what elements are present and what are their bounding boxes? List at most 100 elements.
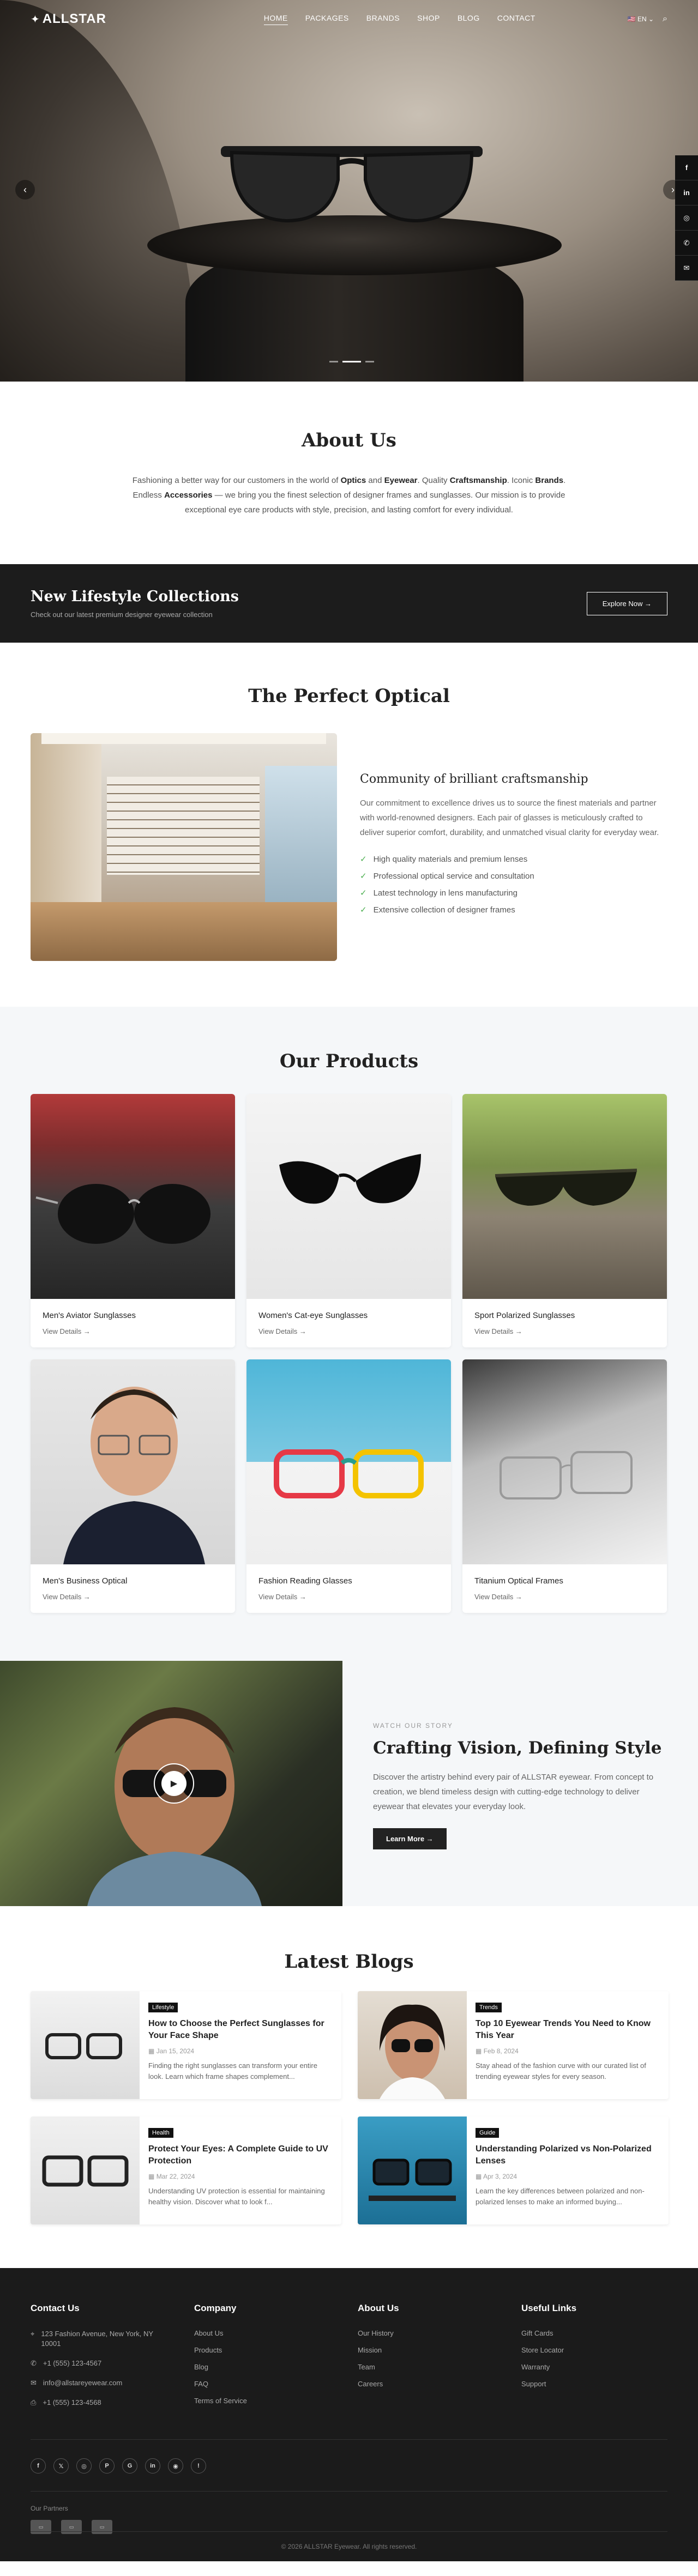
nav-packages[interactable]: PACKAGES bbox=[305, 14, 349, 25]
twitter-icon[interactable]: 𝕏 bbox=[53, 2458, 69, 2474]
blog-tag[interactable]: Trends bbox=[476, 2003, 502, 2012]
check-icon: ✓ bbox=[360, 872, 367, 881]
logo-mark-icon: ✦ bbox=[31, 13, 40, 26]
footer-about-title: About Us bbox=[358, 2303, 399, 2313]
view-details-link[interactable]: View Details → bbox=[474, 1327, 522, 1335]
product-name: Men's Aviator Sunglasses bbox=[43, 1311, 136, 1320]
footer-link[interactable]: Support bbox=[521, 2380, 685, 2388]
footer-link[interactable]: Blog bbox=[194, 2363, 358, 2371]
product-card[interactable]: Titanium Optical Frames View Details → bbox=[462, 1359, 667, 1613]
nav-contact[interactable]: CONTACT bbox=[497, 14, 535, 25]
blog-tag[interactable]: Health bbox=[148, 2128, 173, 2138]
nav-brands[interactable]: BRANDS bbox=[366, 14, 400, 25]
linkedin-icon[interactable]: in bbox=[675, 180, 698, 205]
play-icon: ▶ bbox=[161, 1771, 186, 1796]
blog-tag[interactable]: Lifestyle bbox=[148, 2003, 178, 2012]
view-details-link[interactable]: View Details → bbox=[258, 1593, 306, 1601]
about-text-part: . Iconic bbox=[507, 476, 535, 485]
footer-company-title: Company bbox=[194, 2303, 237, 2313]
footer-link[interactable]: Our History bbox=[358, 2329, 521, 2337]
footer-link[interactable]: Careers bbox=[358, 2380, 521, 2388]
blog-card[interactable]: Lifestyle How to Choose the Perfect Sungl… bbox=[31, 1991, 341, 2099]
footer-phone[interactable]: ✆ +1 (555) 123-4567 bbox=[31, 2359, 194, 2368]
mail-icon[interactable]: ✉ bbox=[675, 256, 698, 281]
blog-date-text: Mar 22, 2024 bbox=[156, 2173, 195, 2180]
blog-excerpt: Stay ahead of the fashion curve with our… bbox=[476, 2061, 646, 2081]
product-card[interactable]: Men's Aviator Sunglasses View Details → bbox=[31, 1094, 235, 1347]
footer-link[interactable]: Products bbox=[194, 2346, 358, 2354]
nav-home[interactable]: HOME bbox=[263, 14, 288, 25]
slider-dot[interactable] bbox=[365, 361, 374, 362]
footer-link[interactable]: About Us bbox=[194, 2329, 358, 2337]
dribbble-icon[interactable]: ◉ bbox=[168, 2458, 183, 2474]
instagram-icon[interactable]: ◎ bbox=[675, 205, 698, 231]
feature-label: Extensive collection of designer frames bbox=[373, 905, 515, 915]
language-selector[interactable]: 🇺🇸 EN ⌄ bbox=[628, 15, 654, 23]
check-icon: ✓ bbox=[360, 905, 367, 915]
calendar-icon: ▦ bbox=[148, 2047, 155, 2055]
slider-dot-active[interactable] bbox=[342, 361, 361, 362]
blog-title[interactable]: Top 10 Eyewear Trends You Need to Know T… bbox=[476, 2018, 661, 2042]
product-card[interactable]: Men's Business Optical View Details → bbox=[31, 1359, 235, 1613]
linkedin-icon[interactable]: in bbox=[145, 2458, 160, 2474]
main-navbar: ✦ ALLSTAR HOME PACKAGES BRANDS SHOP BLOG … bbox=[0, 0, 698, 38]
facebook-icon[interactable]: f bbox=[31, 2458, 46, 2474]
blog-title[interactable]: How to Choose the Perfect Sunglasses for… bbox=[148, 2018, 334, 2042]
blog-tag[interactable]: Guide bbox=[476, 2128, 500, 2138]
blog-title[interactable]: Protect Your Eyes: A Complete Guide to U… bbox=[148, 2143, 334, 2167]
site-logo[interactable]: ✦ ALLSTAR bbox=[31, 11, 106, 27]
slider-prev-button[interactable]: ‹ bbox=[15, 180, 35, 199]
slider-dot[interactable] bbox=[329, 361, 338, 362]
blog-date: ▦ Feb 8, 2024 bbox=[476, 2047, 661, 2055]
blog-card[interactable]: Health Protect Your Eyes: A Complete Guid… bbox=[31, 2117, 341, 2224]
blog-thumb-polarized bbox=[369, 2158, 456, 2201]
view-details-link[interactable]: View Details → bbox=[474, 1593, 522, 1601]
location-icon: ⌖ bbox=[31, 2330, 35, 2338]
footer-link[interactable]: Gift Cards bbox=[521, 2329, 685, 2337]
blog-card[interactable]: Trends Top 10 Eyewear Trends You Need to … bbox=[358, 1991, 669, 2099]
product-image-reading bbox=[246, 1359, 451, 1564]
view-details-link[interactable]: View Details → bbox=[258, 1327, 306, 1335]
footer-link[interactable]: Mission bbox=[358, 2346, 521, 2354]
instagram-icon[interactable]: ◎ bbox=[76, 2458, 92, 2474]
blog-thumb bbox=[31, 2117, 140, 2224]
blog-date-text: Jan 15, 2024 bbox=[156, 2047, 195, 2055]
blog-thumb bbox=[358, 1991, 467, 2099]
blog-title[interactable]: Understanding Polarized vs Non-Polarized… bbox=[476, 2143, 661, 2167]
rss-icon[interactable]: ! bbox=[191, 2458, 206, 2474]
feature-label: Latest technology in lens manufacturing bbox=[373, 888, 518, 898]
product-image-business bbox=[31, 1359, 235, 1564]
pinterest-icon[interactable]: P bbox=[99, 2458, 115, 2474]
view-details-link[interactable]: View Details → bbox=[43, 1327, 91, 1335]
explore-now-button[interactable]: Explore Now → bbox=[586, 591, 667, 615]
product-card[interactable]: Women's Cat-eye Sunglasses View Details → bbox=[246, 1094, 451, 1347]
footer-email[interactable]: ✉ info@allstareyewear.com bbox=[31, 2378, 194, 2388]
blog-card[interactable]: Guide Understanding Polarized vs Non-Pola… bbox=[358, 2117, 669, 2224]
footer-email-text: info@allstareyewear.com bbox=[43, 2379, 123, 2387]
footer-link[interactable]: Terms of Service bbox=[194, 2397, 358, 2405]
product-card[interactable]: Fashion Reading Glasses View Details → bbox=[246, 1359, 451, 1613]
about-text-part: . Quality bbox=[417, 476, 450, 485]
optical-heading: Community of brilliant craftsmanship bbox=[360, 772, 588, 786]
collections-banner: New Lifestyle Collections Check out our … bbox=[0, 564, 698, 643]
phone-icon[interactable]: ✆ bbox=[675, 231, 698, 256]
blog-grid: Lifestyle How to Choose the Perfect Sungl… bbox=[31, 1991, 669, 2224]
calendar-icon: ▦ bbox=[476, 2173, 482, 2180]
footer-link[interactable]: Store Locator bbox=[521, 2346, 685, 2354]
aviator-sunglasses-graphic bbox=[35, 1184, 210, 1244]
story-text: Discover the artistry behind every pair … bbox=[373, 1773, 654, 1811]
feature-label: High quality materials and premium lense… bbox=[373, 854, 528, 864]
search-icon[interactable]: ⌕ bbox=[663, 14, 667, 24]
product-card[interactable]: Sport Polarized Sunglasses View Details → bbox=[462, 1094, 667, 1347]
facebook-icon[interactable]: f bbox=[675, 155, 698, 180]
nav-blog[interactable]: BLOG bbox=[458, 14, 480, 25]
footer-link[interactable]: FAQ bbox=[194, 2380, 358, 2388]
footer-link[interactable]: Warranty bbox=[521, 2363, 685, 2371]
play-video-button[interactable]: ▶ bbox=[154, 1763, 194, 1804]
nav-utilities: 🇺🇸 EN ⌄ ⌕ bbox=[628, 14, 667, 24]
nav-shop[interactable]: SHOP bbox=[417, 14, 440, 25]
view-details-link[interactable]: View Details → bbox=[43, 1593, 91, 1601]
footer-link[interactable]: Team bbox=[358, 2363, 521, 2371]
learn-more-button[interactable]: Learn More → bbox=[373, 1828, 447, 1849]
google-icon[interactable]: G bbox=[122, 2458, 137, 2474]
